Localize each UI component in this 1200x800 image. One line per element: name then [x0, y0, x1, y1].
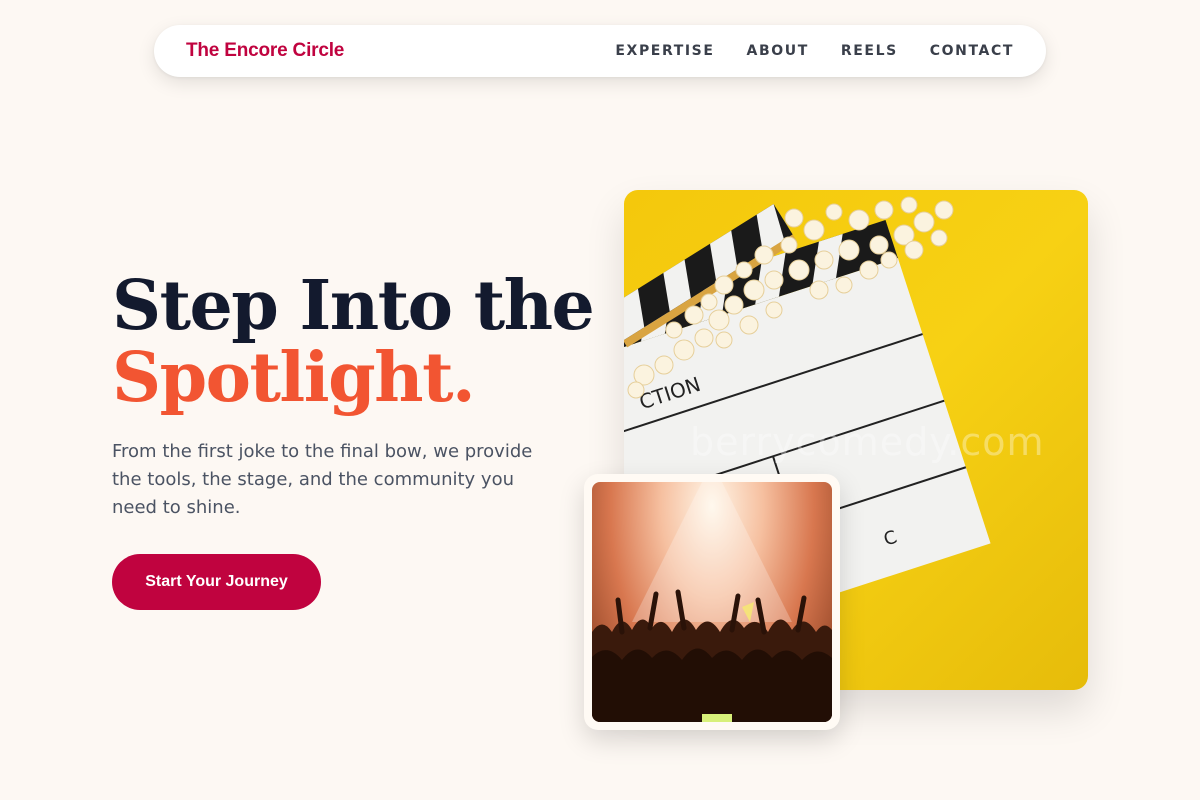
start-journey-button[interactable]: Start Your Journey [112, 554, 321, 610]
hero-title: Step Into the Spotlight. [112, 266, 595, 418]
nav-link-expertise[interactable]: EXPERTISE [615, 43, 714, 59]
nav-link-about[interactable]: ABOUT [747, 43, 809, 59]
nav-links: EXPERTISE ABOUT REELS CONTACT [615, 43, 1014, 59]
hero-title-line2: Spotlight. [112, 338, 476, 418]
brand-logo-link[interactable]: The Encore Circle [186, 40, 344, 62]
hero-description: From the first joke to the final bow, we… [112, 441, 533, 518]
concert-crowd-photo [592, 482, 832, 722]
crowd-silhouette [592, 482, 832, 722]
nav-link-contact[interactable]: CONTACT [930, 43, 1014, 59]
concert-crowd-image [584, 474, 840, 730]
hero-title-line1: Step Into the [112, 266, 595, 346]
nav-link-reels[interactable]: REELS [841, 43, 898, 59]
top-navbar: The Encore Circle EXPERTISE ABOUT REELS … [154, 25, 1046, 77]
